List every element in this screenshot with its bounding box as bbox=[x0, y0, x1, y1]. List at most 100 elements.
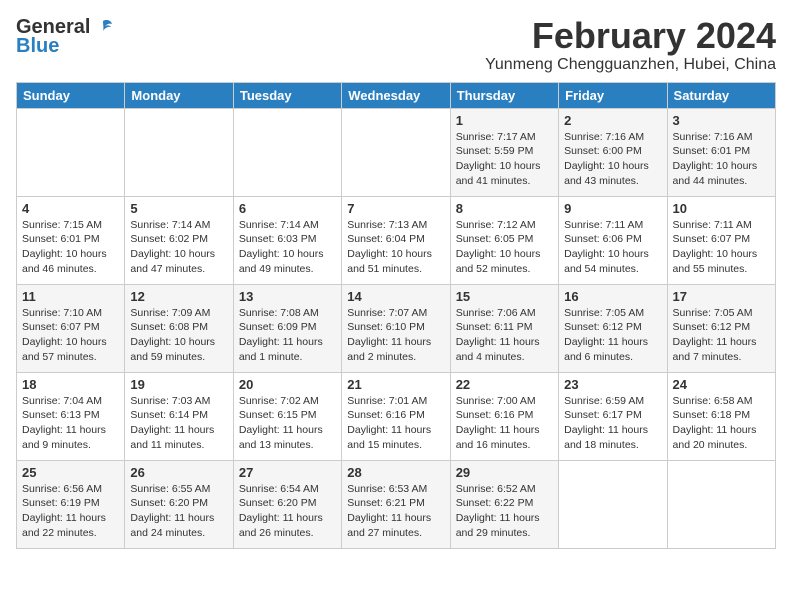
calendar-cell: 28 Sunrise: 6:53 AM Sunset: 6:21 PM Dayli… bbox=[342, 460, 450, 548]
cell-info: Sunrise: 7:06 AM Sunset: 6:11 PM Dayligh… bbox=[456, 306, 553, 365]
day-number: 29 bbox=[456, 465, 553, 480]
cell-info: Sunrise: 7:15 AM Sunset: 6:01 PM Dayligh… bbox=[22, 218, 119, 277]
calendar-cell: 19 Sunrise: 7:03 AM Sunset: 6:14 PM Dayli… bbox=[125, 372, 233, 460]
day-number: 6 bbox=[239, 201, 336, 216]
day-number: 13 bbox=[239, 289, 336, 304]
calendar-cell: 23 Sunrise: 6:59 AM Sunset: 6:17 PM Dayli… bbox=[559, 372, 667, 460]
calendar-body: 1 Sunrise: 7:17 AM Sunset: 5:59 PM Daylig… bbox=[17, 108, 776, 548]
week-row-5: 25Sunrise: 6:56 AM Sunset: 6:19 PM Dayli… bbox=[17, 460, 776, 548]
week-row-2: 4 Sunrise: 7:15 AM Sunset: 6:01 PM Daylig… bbox=[17, 196, 776, 284]
day-number: 17 bbox=[673, 289, 770, 304]
calendar-cell: 24Sunrise: 6:58 AM Sunset: 6:18 PM Dayli… bbox=[667, 372, 775, 460]
cell-info: Sunrise: 6:52 AM Sunset: 6:22 PM Dayligh… bbox=[456, 482, 553, 541]
cell-info: Sunrise: 6:59 AM Sunset: 6:17 PM Dayligh… bbox=[564, 394, 661, 453]
day-number: 20 bbox=[239, 377, 336, 392]
day-number: 26 bbox=[130, 465, 227, 480]
calendar-cell bbox=[233, 108, 341, 196]
cell-info: Sunrise: 7:00 AM Sunset: 6:16 PM Dayligh… bbox=[456, 394, 553, 453]
calendar-cell bbox=[342, 108, 450, 196]
calendar-cell: 4 Sunrise: 7:15 AM Sunset: 6:01 PM Daylig… bbox=[17, 196, 125, 284]
day-number: 8 bbox=[456, 201, 553, 216]
cell-info: Sunrise: 7:03 AM Sunset: 6:14 PM Dayligh… bbox=[130, 394, 227, 453]
day-number: 5 bbox=[130, 201, 227, 216]
calendar-cell: 20 Sunrise: 7:02 AM Sunset: 6:15 PM Dayli… bbox=[233, 372, 341, 460]
cell-info: Sunrise: 7:10 AM Sunset: 6:07 PM Dayligh… bbox=[22, 306, 119, 365]
day-header-saturday: Saturday bbox=[667, 82, 775, 108]
cell-info: Sunrise: 7:12 AM Sunset: 6:05 PM Dayligh… bbox=[456, 218, 553, 277]
calendar-cell: 10 Sunrise: 7:11 AM Sunset: 6:07 PM Dayli… bbox=[667, 196, 775, 284]
cell-info: Sunrise: 7:08 AM Sunset: 6:09 PM Dayligh… bbox=[239, 306, 336, 365]
calendar-cell: 26Sunrise: 6:55 AM Sunset: 6:20 PM Dayli… bbox=[125, 460, 233, 548]
day-number: 9 bbox=[564, 201, 661, 216]
day-number: 15 bbox=[456, 289, 553, 304]
cell-info: Sunrise: 7:14 AM Sunset: 6:03 PM Dayligh… bbox=[239, 218, 336, 277]
day-number: 10 bbox=[673, 201, 770, 216]
cell-info: Sunrise: 7:11 AM Sunset: 6:06 PM Dayligh… bbox=[564, 218, 661, 277]
calendar-cell: 18 Sunrise: 7:04 AM Sunset: 6:13 PM Dayli… bbox=[17, 372, 125, 460]
calendar-cell: 7 Sunrise: 7:13 AM Sunset: 6:04 PM Daylig… bbox=[342, 196, 450, 284]
cell-info: Sunrise: 7:13 AM Sunset: 6:04 PM Dayligh… bbox=[347, 218, 444, 277]
cell-info: Sunrise: 7:07 AM Sunset: 6:10 PM Dayligh… bbox=[347, 306, 444, 365]
cell-info: Sunrise: 7:02 AM Sunset: 6:15 PM Dayligh… bbox=[239, 394, 336, 453]
day-number: 12 bbox=[130, 289, 227, 304]
calendar-cell: 12 Sunrise: 7:09 AM Sunset: 6:08 PM Dayli… bbox=[125, 284, 233, 372]
day-number: 19 bbox=[130, 377, 227, 392]
calendar-cell: 3 Sunrise: 7:16 AM Sunset: 6:01 PM Daylig… bbox=[667, 108, 775, 196]
day-number: 21 bbox=[347, 377, 444, 392]
calendar-cell: 6 Sunrise: 7:14 AM Sunset: 6:03 PM Daylig… bbox=[233, 196, 341, 284]
day-number: 28 bbox=[347, 465, 444, 480]
calendar-cell: 13 Sunrise: 7:08 AM Sunset: 6:09 PM Dayli… bbox=[233, 284, 341, 372]
cell-info: Sunrise: 6:53 AM Sunset: 6:21 PM Dayligh… bbox=[347, 482, 444, 541]
day-number: 22 bbox=[456, 377, 553, 392]
cell-info: Sunrise: 7:14 AM Sunset: 6:02 PM Dayligh… bbox=[130, 218, 227, 277]
logo-blue-text: Blue bbox=[16, 35, 59, 58]
calendar-cell bbox=[667, 460, 775, 548]
calendar-cell: 2Sunrise: 7:16 AM Sunset: 6:00 PM Daylig… bbox=[559, 108, 667, 196]
day-number: 23 bbox=[564, 377, 661, 392]
calendar-cell: 16Sunrise: 7:05 AM Sunset: 6:12 PM Dayli… bbox=[559, 284, 667, 372]
day-number: 11 bbox=[22, 289, 119, 304]
day-header-monday: Monday bbox=[125, 82, 233, 108]
day-number: 24 bbox=[673, 377, 770, 392]
cell-info: Sunrise: 6:56 AM Sunset: 6:19 PM Dayligh… bbox=[22, 482, 119, 541]
calendar-cell: 11 Sunrise: 7:10 AM Sunset: 6:07 PM Dayli… bbox=[17, 284, 125, 372]
day-header-wednesday: Wednesday bbox=[342, 82, 450, 108]
day-number: 7 bbox=[347, 201, 444, 216]
day-number: 3 bbox=[673, 113, 770, 128]
day-header-sunday: Sunday bbox=[17, 82, 125, 108]
cell-info: Sunrise: 7:09 AM Sunset: 6:08 PM Dayligh… bbox=[130, 306, 227, 365]
calendar-cell: 21Sunrise: 7:01 AM Sunset: 6:16 PM Dayli… bbox=[342, 372, 450, 460]
week-row-4: 18 Sunrise: 7:04 AM Sunset: 6:13 PM Dayli… bbox=[17, 372, 776, 460]
day-number: 27 bbox=[239, 465, 336, 480]
calendar-cell: 25Sunrise: 6:56 AM Sunset: 6:19 PM Dayli… bbox=[17, 460, 125, 548]
day-number: 16 bbox=[564, 289, 661, 304]
calendar-cell: 17 Sunrise: 7:05 AM Sunset: 6:12 PM Dayli… bbox=[667, 284, 775, 372]
calendar-table: SundayMondayTuesdayWednesdayThursdayFrid… bbox=[16, 82, 776, 549]
calendar-cell bbox=[559, 460, 667, 548]
calendar-cell: 27 Sunrise: 6:54 AM Sunset: 6:20 PM Dayli… bbox=[233, 460, 341, 548]
logo: General Blue bbox=[16, 16, 114, 58]
month-title: February 2024 bbox=[485, 16, 776, 56]
day-number: 18 bbox=[22, 377, 119, 392]
cell-info: Sunrise: 7:16 AM Sunset: 6:01 PM Dayligh… bbox=[673, 130, 770, 189]
cell-info: Sunrise: 7:05 AM Sunset: 6:12 PM Dayligh… bbox=[673, 306, 770, 365]
cell-info: Sunrise: 7:04 AM Sunset: 6:13 PM Dayligh… bbox=[22, 394, 119, 453]
title-section: February 2024 Yunmeng Chengguanzhen, Hub… bbox=[485, 16, 776, 74]
cell-info: Sunrise: 7:17 AM Sunset: 5:59 PM Dayligh… bbox=[456, 130, 553, 189]
day-number: 4 bbox=[22, 201, 119, 216]
cell-info: Sunrise: 7:11 AM Sunset: 6:07 PM Dayligh… bbox=[673, 218, 770, 277]
cell-info: Sunrise: 7:16 AM Sunset: 6:00 PM Dayligh… bbox=[564, 130, 661, 189]
calendar-cell: 14 Sunrise: 7:07 AM Sunset: 6:10 PM Dayli… bbox=[342, 284, 450, 372]
calendar-cell: 22 Sunrise: 7:00 AM Sunset: 6:16 PM Dayli… bbox=[450, 372, 558, 460]
calendar-cell: 1 Sunrise: 7:17 AM Sunset: 5:59 PM Daylig… bbox=[450, 108, 558, 196]
day-header-thursday: Thursday bbox=[450, 82, 558, 108]
cell-info: Sunrise: 6:54 AM Sunset: 6:20 PM Dayligh… bbox=[239, 482, 336, 541]
days-header-row: SundayMondayTuesdayWednesdayThursdayFrid… bbox=[17, 82, 776, 108]
day-number: 1 bbox=[456, 113, 553, 128]
location-title: Yunmeng Chengguanzhen, Hubei, China bbox=[485, 56, 776, 74]
header: General Blue February 2024 Yunmeng Cheng… bbox=[16, 16, 776, 74]
week-row-3: 11 Sunrise: 7:10 AM Sunset: 6:07 PM Dayli… bbox=[17, 284, 776, 372]
calendar-cell bbox=[17, 108, 125, 196]
calendar-cell: 29 Sunrise: 6:52 AM Sunset: 6:22 PM Dayli… bbox=[450, 460, 558, 548]
day-number: 14 bbox=[347, 289, 444, 304]
